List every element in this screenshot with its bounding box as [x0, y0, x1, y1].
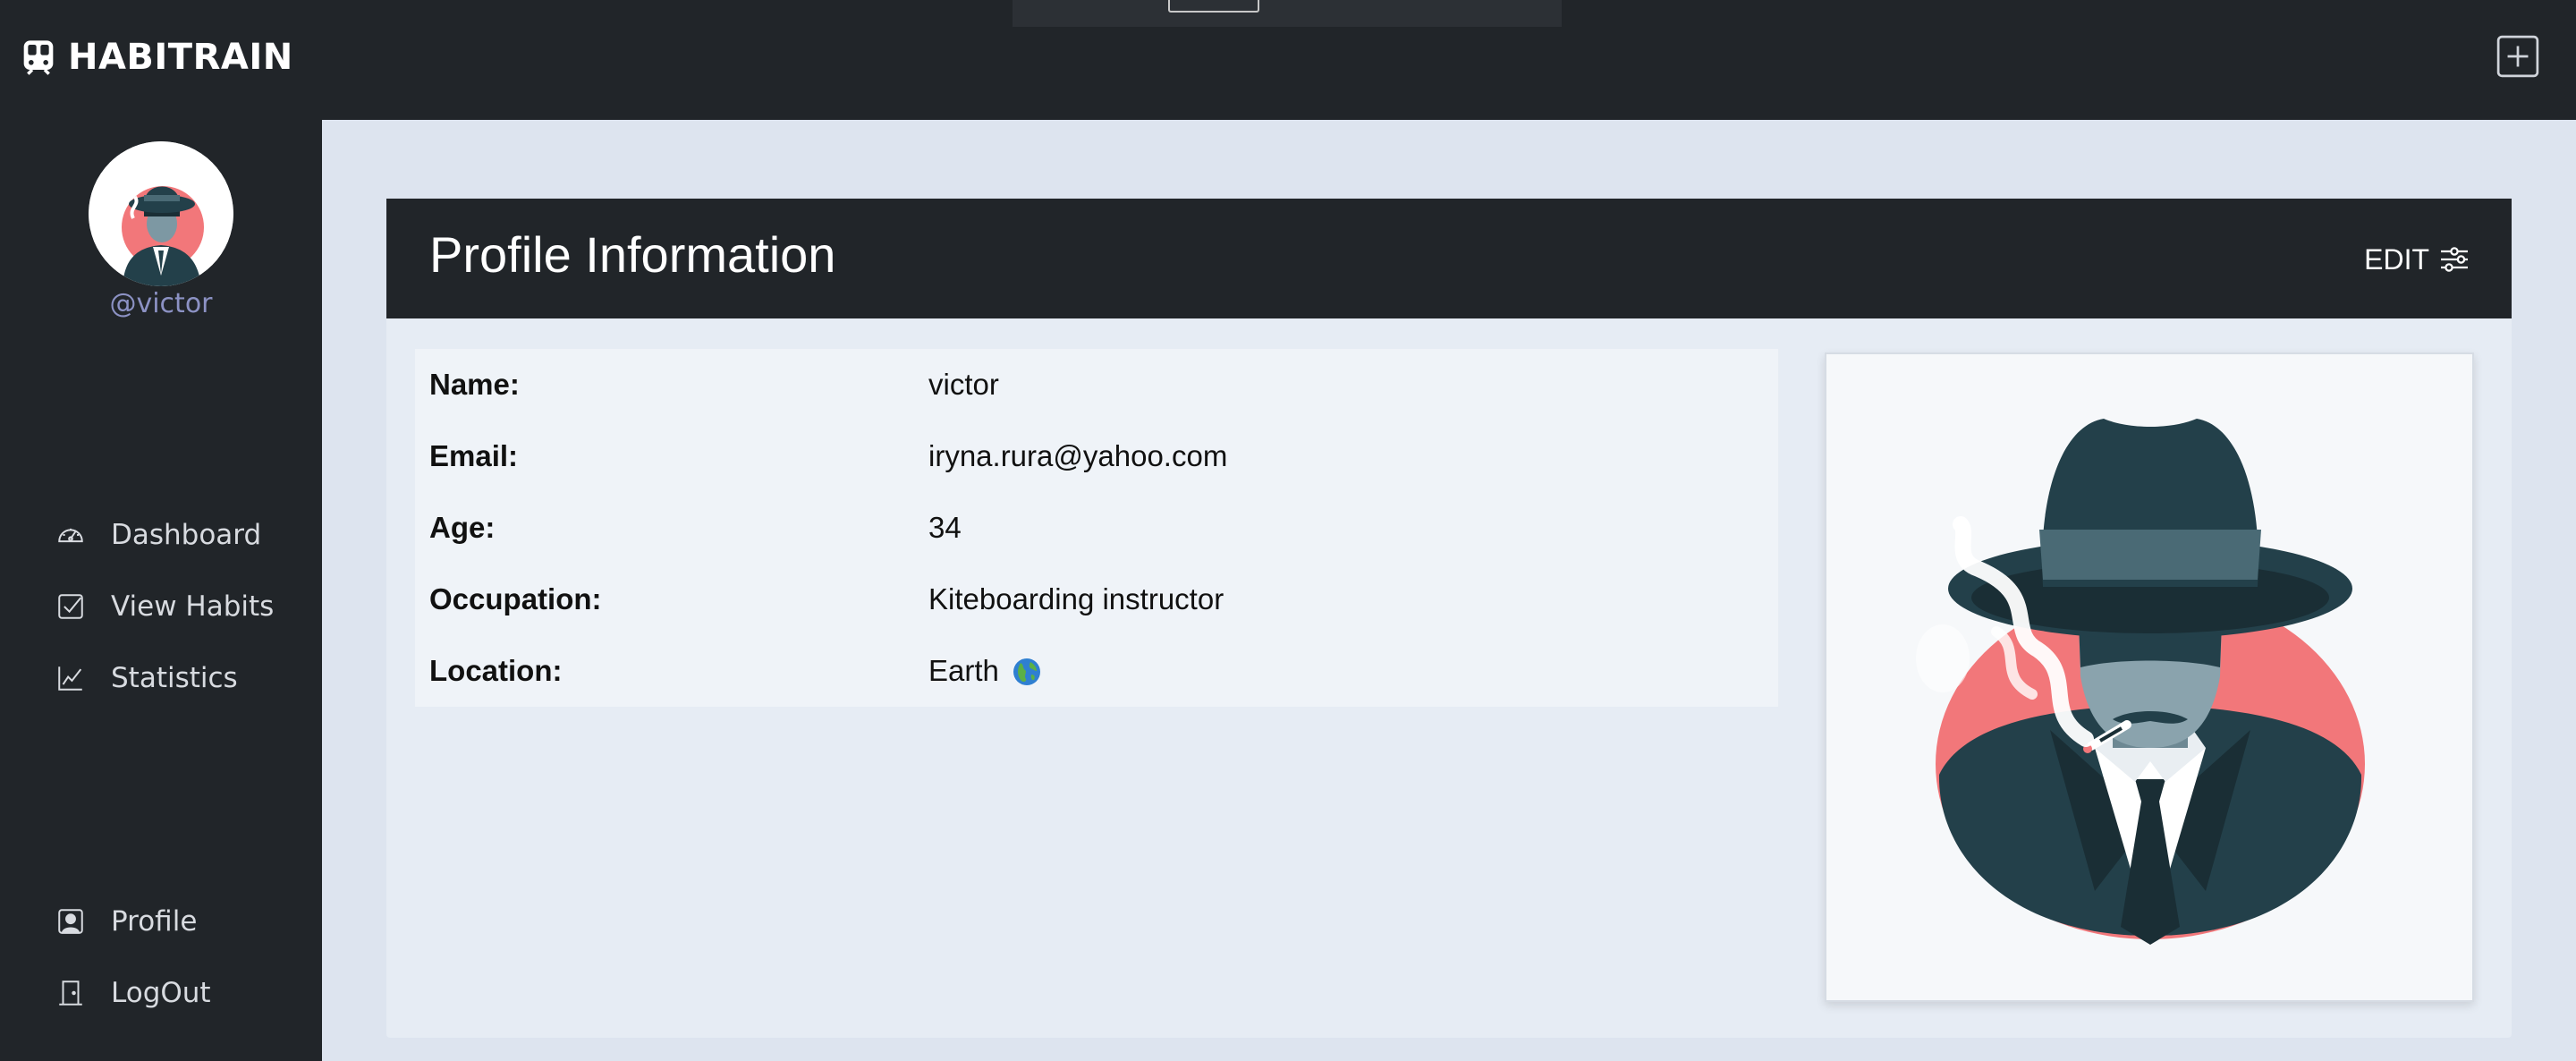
info-row-email: Email: iryna.rura@yahoo.com [415, 420, 1778, 492]
sliders-icon [2441, 247, 2468, 272]
field-label: Location: [429, 654, 563, 687]
info-row-age: Age: 34 [415, 492, 1778, 564]
globe-icon [1013, 658, 1041, 685]
person-square-icon [58, 909, 83, 934]
avatar-image [89, 141, 233, 286]
username[interactable]: @victor [0, 288, 322, 319]
location-value-wrap: Earth [928, 654, 1041, 688]
sidebar-item-logout[interactable]: LogOut [55, 972, 211, 1014]
sidebar-item-view-habits[interactable]: View Habits [55, 585, 274, 628]
plus-square-icon [2496, 35, 2539, 78]
sidebar-item-label: Statistics [111, 662, 238, 694]
sidebar-item-label: Dashboard [111, 519, 262, 551]
field-value: victor [928, 368, 999, 401]
door-icon [59, 980, 82, 1006]
sidebar-item-statistics[interactable]: Statistics [55, 657, 238, 700]
sidebar-item-label: LogOut [111, 977, 211, 1009]
sidebar-item-profile[interactable]: Profile [55, 900, 197, 943]
graph-up-icon [58, 666, 82, 691]
field-value: Earth [928, 654, 999, 687]
brand[interactable]: HABITRAIN [21, 32, 293, 82]
field-value: iryna.rura@yahoo.com [928, 439, 1228, 472]
profile-card-header: Profile Information EDIT [386, 199, 2512, 318]
check-square-icon [58, 594, 83, 619]
page-title: Profile Information [429, 226, 836, 283]
profile-info-table: Name: victor Email: iryna.rura@yahoo.com… [415, 349, 1778, 707]
train-icon [23, 40, 54, 75]
field-label: Email: [429, 439, 519, 472]
sidebar-item-dashboard[interactable]: Dashboard [55, 514, 261, 556]
profile-portrait-image [1826, 354, 2472, 1000]
field-label: Occupation: [429, 582, 602, 615]
field-value: Kiteboarding instructor [928, 582, 1224, 615]
devtools-tab [1013, 0, 1562, 27]
field-label: Age: [429, 511, 496, 544]
add-habit-button[interactable] [2496, 34, 2540, 79]
sidebar-item-label: Profile [111, 905, 198, 938]
brand-name: HABITRAIN [68, 37, 293, 78]
info-row-name: Name: victor [415, 349, 1778, 420]
edit-label: EDIT [2364, 242, 2429, 276]
avatar[interactable] [89, 141, 233, 286]
profile-portrait [1825, 352, 2474, 1002]
profile-card: Profile Information EDIT Name: victor Em… [386, 199, 2512, 1038]
sidebar-item-label: View Habits [111, 590, 275, 623]
top-navbar: HABITRAIN [0, 0, 2576, 120]
devtools-notch [1168, 0, 1259, 13]
info-row-occupation: Occupation: Kiteboarding instructor [415, 564, 1778, 635]
sidebar: @victor Dashboard View Habits Statistics… [0, 120, 322, 1061]
edit-profile-button[interactable]: EDIT [2364, 238, 2470, 281]
speedometer-icon [58, 528, 83, 543]
info-row-location: Location: Earth [415, 635, 1778, 707]
field-label: Name: [429, 368, 520, 401]
field-value: 34 [928, 511, 962, 544]
